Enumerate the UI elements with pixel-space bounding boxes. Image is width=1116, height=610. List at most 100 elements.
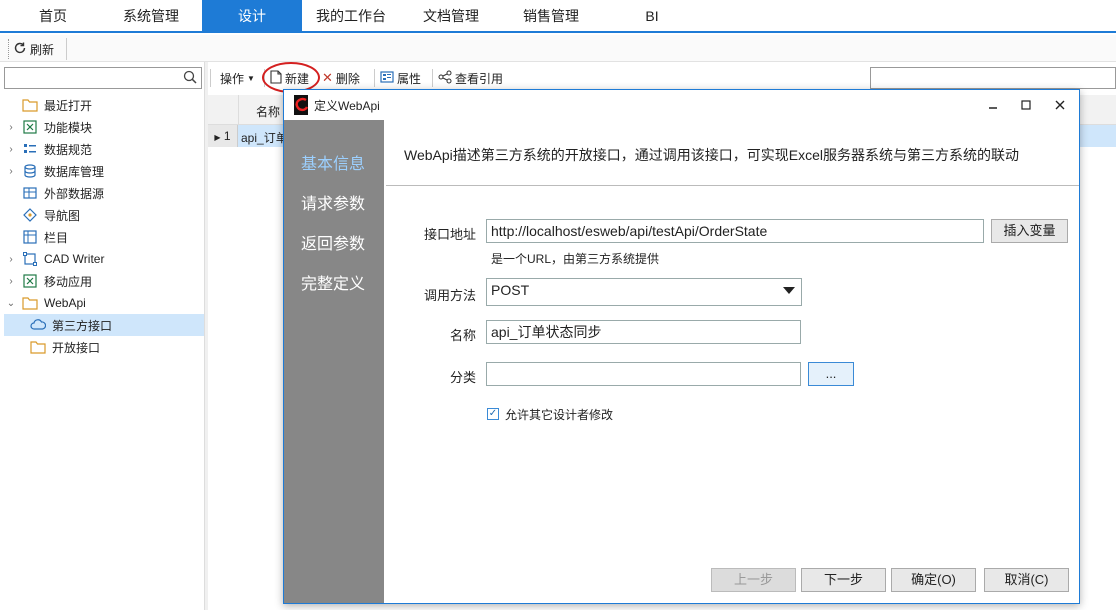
dialog-description: WebApi描述第三方系统的开放接口，通过调用该接口，可实现Excel服务器系统… — [404, 147, 1019, 163]
excel-icon — [22, 273, 38, 289]
maximize-button[interactable] — [1012, 94, 1040, 116]
method-label: 调用方法 — [423, 288, 476, 303]
grid-divider — [238, 95, 239, 125]
define-webapi-dialog: 定义WebApi 基本信息 请求参数 返回参数 完整定义 WebApi描述第三方… — [283, 89, 1080, 604]
step-request-params[interactable]: 请求参数 — [301, 190, 365, 214]
tree-item-data-standards[interactable]: › 数据规范 — [4, 138, 204, 160]
tree-item-webapi[interactable]: ⌄ WebApi — [4, 292, 204, 314]
view-references-label: 查看引用 — [455, 71, 504, 86]
design-tree: 最近打开 › 功能模块 › 数据规范 › 数据库管理 外部数据源 导航图 栏目 … — [0, 94, 204, 604]
operate-label: 操作 — [220, 71, 245, 86]
dialog-title: 定义WebApi — [314, 99, 380, 113]
delete-label: 删除 — [335, 71, 360, 86]
tree-item-label: CAD Writer — [44, 252, 105, 266]
row-header[interactable]: ▶ 1 — [208, 125, 238, 147]
allow-modify-checkbox[interactable]: ✓ — [487, 408, 499, 420]
tree-item-navigation[interactable]: 导航图 — [4, 204, 204, 226]
row-pointer-icon: ▶ — [214, 133, 221, 142]
tree-item-open-api[interactable]: 开放接口 — [4, 336, 204, 358]
url-field[interactable] — [486, 219, 984, 243]
cancel-button[interactable]: 取消(C) — [984, 568, 1069, 592]
chevron-down-icon[interactable]: ⌄ — [4, 298, 18, 309]
column-header-name[interactable]: 名称 — [256, 103, 280, 120]
allow-modify-label[interactable]: 允许其它设计者修改 — [505, 406, 613, 423]
cad-icon — [22, 251, 38, 267]
share-icon — [438, 70, 452, 87]
close-icon — [1055, 100, 1065, 110]
tree-item-mobile-apps[interactable]: › 移动应用 — [4, 270, 204, 292]
close-icon: ✕ — [322, 70, 333, 85]
toolbar-divider — [66, 38, 67, 60]
browse-category-button[interactable]: ... — [808, 362, 854, 386]
step-response-params[interactable]: 返回参数 — [301, 230, 365, 254]
minimize-icon — [989, 107, 997, 109]
delete-button[interactable]: ✕ 删除 — [322, 68, 360, 88]
row-index: 1 — [223, 129, 231, 143]
tree-item-label: 导航图 — [44, 208, 81, 223]
view-references-button[interactable]: 查看引用 — [438, 68, 503, 88]
properties-icon — [380, 70, 394, 86]
chevron-right-icon[interactable]: › — [4, 144, 18, 155]
tree-item-external-datasource[interactable]: 外部数据源 — [4, 182, 204, 204]
secondary-toolbar: 刷新 — [0, 35, 1116, 62]
tree-item-recent[interactable]: 最近打开 — [4, 94, 204, 116]
method-select[interactable]: POST — [486, 278, 802, 306]
tree-item-label: 第三方接口 — [52, 318, 113, 333]
name-field[interactable] — [486, 320, 801, 344]
menu-home[interactable]: 首页 — [22, 0, 84, 33]
operate-menu-button[interactable]: 操作 ▼ — [220, 68, 255, 88]
tree-item-label: 数据库管理 — [44, 164, 105, 179]
menu-document-admin[interactable]: 文档管理 — [414, 0, 488, 33]
category-field[interactable] — [486, 362, 801, 386]
toolbar-divider — [374, 69, 375, 87]
menu-bi[interactable]: BI — [630, 0, 674, 33]
dialog-step-sidebar: 基本信息 请求参数 返回参数 完整定义 — [284, 120, 384, 603]
step-full-definition[interactable]: 完整定义 — [301, 270, 365, 294]
toolbar-divider — [432, 69, 433, 87]
menu-sales-admin[interactable]: 销售管理 — [514, 0, 588, 33]
menu-my-workbench[interactable]: 我的工作台 — [310, 0, 392, 33]
tree-item-label: 最近打开 — [44, 98, 93, 113]
folder-icon — [22, 97, 38, 113]
datasource-icon — [22, 185, 38, 201]
step-basic-info[interactable]: 基本信息 — [301, 150, 365, 174]
close-button[interactable] — [1046, 94, 1074, 116]
chevron-right-icon[interactable]: › — [4, 122, 18, 133]
name-label: 名称 — [449, 328, 476, 343]
tree-item-cad-writer[interactable]: › CAD Writer — [4, 248, 204, 270]
properties-button[interactable]: 属性 — [380, 68, 421, 88]
tree-item-columns[interactable]: 栏目 — [4, 226, 204, 248]
tree-item-label: 功能模块 — [44, 120, 93, 135]
database-icon — [22, 163, 38, 179]
chevron-right-icon[interactable]: › — [4, 166, 18, 177]
insert-variable-button[interactable]: 插入变量 — [991, 219, 1068, 243]
minimize-button[interactable] — [979, 94, 1007, 116]
properties-label: 属性 — [397, 71, 422, 86]
chevron-right-icon[interactable]: › — [4, 276, 18, 287]
grid-search-input[interactable] — [870, 67, 1116, 89]
list-icon — [22, 141, 38, 157]
tree-item-third-party-api[interactable]: 第三方接口 — [4, 314, 204, 336]
menu-design[interactable]: 设计 — [202, 0, 302, 33]
ok-button[interactable]: 确定(O) — [891, 568, 976, 592]
url-hint: 是一个URL，由第三方系统提供 — [491, 252, 660, 266]
folder-icon — [30, 339, 46, 355]
menu-system-admin[interactable]: 系统管理 — [112, 0, 190, 33]
tree-item-database-admin[interactable]: › 数据库管理 — [4, 160, 204, 182]
cloud-api-icon — [30, 317, 46, 333]
maximize-icon — [1021, 100, 1031, 110]
search-icon[interactable] — [183, 70, 197, 84]
refresh-button[interactable]: 刷新 — [8, 39, 58, 59]
tree-item-function-modules[interactable]: › 功能模块 — [4, 116, 204, 138]
tree-item-label: 栏目 — [44, 230, 69, 245]
category-label: 分类 — [449, 370, 476, 385]
dropdown-arrow-icon: ▼ — [247, 73, 255, 83]
top-menubar: 首页 系统管理 设计 我的工作台 文档管理 销售管理 BI — [0, 0, 1116, 33]
app-logo-icon — [294, 95, 309, 115]
dialog-titlebar[interactable]: 定义WebApi — [284, 90, 1079, 120]
refresh-icon — [13, 41, 27, 58]
tree-search-input[interactable] — [4, 67, 202, 89]
previous-step-button[interactable]: 上一步 — [711, 568, 796, 592]
next-step-button[interactable]: 下一步 — [801, 568, 886, 592]
chevron-right-icon[interactable]: › — [4, 254, 18, 265]
